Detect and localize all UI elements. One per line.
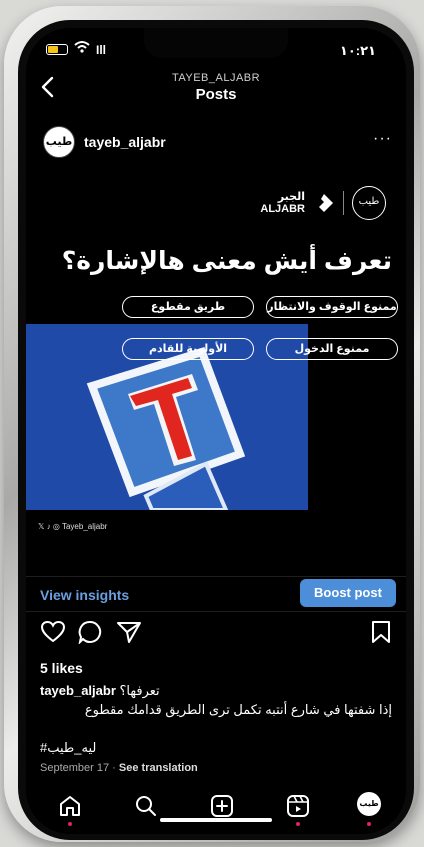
header-username: TAYEB_ALJABR [171,72,261,84]
instagram-icon: ◎ [52,522,60,531]
more-horizontal-icon[interactable]: ··· [373,130,392,148]
caption-line1: تعرفها؟ [119,683,160,698]
status-bar: Ill ١٠:٢١ [26,40,406,62]
post-headline: تعرف أيش معنى هالإشارة؟ [61,247,392,275]
bookmark-icon[interactable] [370,620,392,644]
tiktok-icon: ♪ [46,522,51,531]
post-date: September 17 [40,762,110,774]
caption-username[interactable]: tayeb_aljabr [40,683,116,698]
notification-dot [296,822,300,826]
notification-dot [367,822,371,826]
brand-divider [343,191,344,215]
brand-name-en: ALJABR [260,203,305,215]
comment-icon[interactable] [78,620,104,644]
option-pill: طريق مقطوع [122,296,254,318]
post-header: طيب tayeb_aljabr ··· [26,124,406,164]
notification-dot [68,822,72,826]
battery-icon [46,44,68,55]
post-actions [26,620,406,648]
page-title: Posts [195,86,237,103]
caption: tayeb_aljabr تعرفها؟ [40,683,392,699]
post-image[interactable]: الجبر ALJABR طيب تعرف أيش معنى هالإشارة؟… [26,172,406,567]
view-insights-link[interactable]: View insights [40,587,129,603]
see-translation-link[interactable]: See translation [119,762,198,774]
brand-emblem: طيب [352,186,386,220]
heart-icon[interactable] [40,620,66,644]
wifi-icon [74,40,90,57]
post-username[interactable]: tayeb_aljabr [84,134,166,150]
screen: Ill ١٠:٢١ TAYEB_ALJABR Posts طيب tayeb_a… [26,28,406,834]
profile-avatar-icon[interactable]: طيب [357,792,381,816]
x-icon: 𝕏 [38,522,45,531]
brand-name-ar: الجبر [277,191,305,203]
home-indicator[interactable] [160,818,272,822]
brand-logo: الجبر ALJABR طيب [260,186,386,220]
insights-row: View insights Boost post [26,576,406,612]
brand-name: الجبر ALJABR [260,191,305,215]
home-icon[interactable] [58,794,82,818]
avatar[interactable]: طيب [43,126,75,158]
option-pill: ممنوع الدخول [266,338,398,360]
page-header: TAYEB_ALJABR Posts [26,70,406,110]
bottom-nav: طيب [26,788,406,834]
brand-mark-icon [319,194,333,212]
post-meta: September 17 · See translation [40,762,198,774]
option-pill: ممنوع الوقوف والانتظار [266,296,398,318]
status-time: ١٠:٢١ [339,43,376,58]
search-icon[interactable] [134,794,158,818]
likes-count[interactable]: 5 likes [40,660,83,676]
chevron-left-icon[interactable] [40,76,54,102]
social-handle: 𝕏 ♪ ◎ Tayeb_aljabr [38,522,108,531]
share-icon[interactable] [116,620,142,644]
option-pill: الأولوية للقادم [122,338,254,360]
caption-line2: إذا شفتها في شارع أنتبه تكمل ترى الطريق … [84,702,392,717]
reels-icon[interactable] [286,794,310,818]
create-icon[interactable] [210,794,234,818]
boost-post-button[interactable]: Boost post [300,579,396,607]
hashtag[interactable]: #ليه_طيب [40,740,96,756]
signal-icon: Ill [96,43,107,57]
